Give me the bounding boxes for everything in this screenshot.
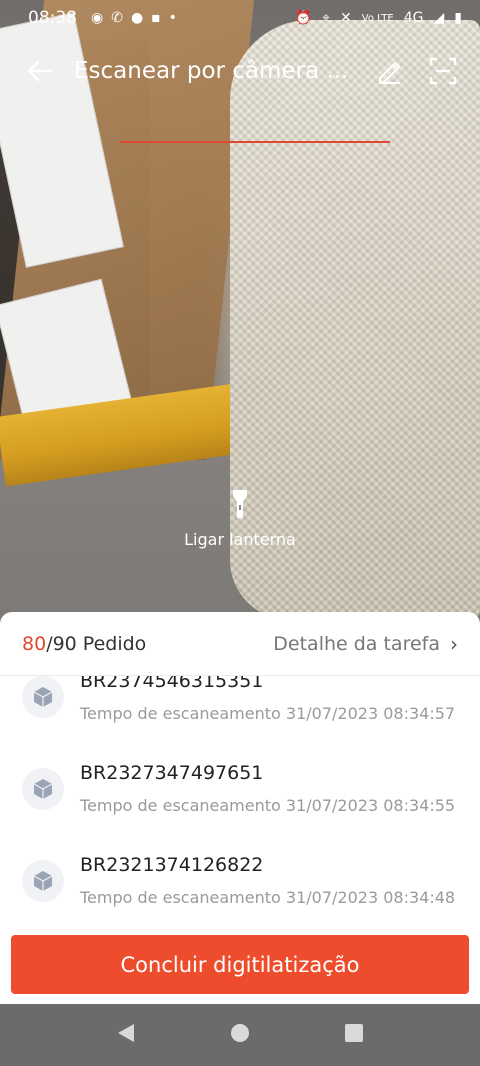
item-code: BR2374546315351 bbox=[80, 676, 264, 692]
item-scan-time: Tempo de escaneamento 31/07/2023 08:34:5… bbox=[80, 796, 455, 815]
conclude-bar: Concluir digitilatização bbox=[0, 934, 480, 1004]
scan-time-label: Tempo de escaneamento bbox=[80, 796, 281, 815]
flashlight-label: Ligar lanterna bbox=[184, 530, 296, 549]
chat-icon: ● bbox=[130, 10, 144, 26]
scan-count-total: /90 Pedido bbox=[46, 632, 147, 655]
list-item: BR2374546315351 Tempo de escaneamento 31… bbox=[0, 676, 480, 768]
task-detail-link[interactable]: Detalhe da tarefa › bbox=[273, 632, 458, 656]
scan-line bbox=[120, 141, 390, 143]
nav-recents-icon[interactable] bbox=[344, 1023, 364, 1047]
package-icon bbox=[22, 676, 64, 718]
location-icon: ⌖ bbox=[322, 10, 331, 26]
flashlight-toggle[interactable]: Ligar lanterna bbox=[160, 488, 320, 558]
task-detail-label: Detalhe da tarefa bbox=[273, 632, 440, 655]
item-code: BR2321374126822 bbox=[80, 854, 264, 876]
status-bar: 08:38 ◉ ✆ ● ▪ • ⏰ ⌖ ✕ Vo LTE 4G ◢ ▮ bbox=[0, 0, 480, 36]
battery-icon: ▮ bbox=[454, 10, 462, 26]
network-label: 4G bbox=[403, 10, 424, 26]
scan-frame-icon[interactable] bbox=[426, 54, 460, 88]
system-nav-bar bbox=[0, 1004, 480, 1066]
item-scan-time: Tempo de escaneamento 31/07/2023 08:34:4… bbox=[80, 888, 455, 907]
dot-icon: • bbox=[168, 10, 177, 26]
app-icon: ▪ bbox=[151, 10, 161, 26]
nav-back-icon[interactable] bbox=[116, 1022, 136, 1048]
alarm-icon: ⏰ bbox=[294, 10, 313, 26]
screen-record-icon: ◉ bbox=[91, 10, 104, 26]
status-time: 08:38 bbox=[28, 8, 77, 28]
sheet-header: 80/90 Pedido Detalhe da tarefa › bbox=[0, 612, 480, 676]
edit-pencil-icon[interactable] bbox=[372, 54, 406, 88]
back-arrow-icon[interactable] bbox=[16, 47, 64, 95]
whatsapp-icon: ✆ bbox=[111, 10, 123, 26]
scan-time-value: 31/07/2023 08:34:48 bbox=[285, 888, 456, 907]
scan-time-value: 31/07/2023 08:34:55 bbox=[285, 796, 456, 815]
nav-home-icon[interactable] bbox=[229, 1022, 251, 1048]
flashlight-icon bbox=[233, 490, 247, 518]
chevron-right-icon: › bbox=[450, 631, 458, 656]
item-code: BR2327347497651 bbox=[80, 762, 264, 784]
scan-time-label: Tempo de escaneamento bbox=[80, 704, 281, 723]
scanned-list[interactable]: BR2374546315351 Tempo de escaneamento 31… bbox=[0, 676, 480, 932]
scan-count-done: 80 bbox=[22, 632, 47, 655]
signal-icon: ◢ bbox=[433, 10, 445, 26]
list-item: BR2321374126822 Tempo de escaneamento 31… bbox=[0, 854, 480, 932]
item-scan-time: Tempo de escaneamento 31/07/2023 08:34:5… bbox=[80, 704, 455, 723]
mute-icon: ✕ bbox=[340, 10, 352, 26]
list-item: BR2327347497651 Tempo de escaneamento 31… bbox=[0, 762, 480, 860]
volte-icon: Vo LTE bbox=[361, 12, 394, 24]
package-icon bbox=[22, 860, 64, 902]
scan-time-value: 31/07/2023 08:34:57 bbox=[285, 704, 456, 723]
scan-count: 80/90 Pedido bbox=[22, 633, 146, 655]
app-bar: Escanear por câmera ... bbox=[0, 46, 480, 96]
conclude-scan-button[interactable]: Concluir digitilatização bbox=[11, 935, 469, 994]
package-icon bbox=[22, 768, 64, 810]
page-title: Escanear por câmera ... bbox=[74, 58, 349, 84]
scan-time-label: Tempo de escaneamento bbox=[80, 888, 281, 907]
scan-results-sheet: 80/90 Pedido Detalhe da tarefa › BR23745… bbox=[0, 612, 480, 1004]
